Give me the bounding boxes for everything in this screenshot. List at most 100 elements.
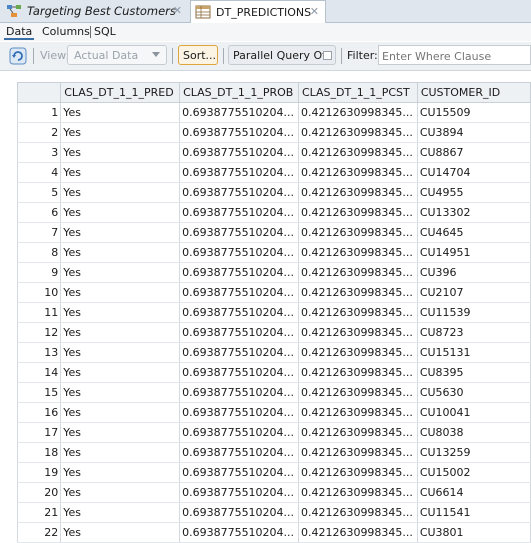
cell-pred[interactable]: Yes <box>60 482 181 503</box>
cell-pcst[interactable]: 0.4212630998345... <box>298 382 418 403</box>
cell-customer-id[interactable]: CU13259 <box>417 442 531 463</box>
cell-prob[interactable]: 0.6938775510204... <box>179 402 299 423</box>
cell-prob[interactable]: 0.6938775510204... <box>179 302 299 323</box>
table-row[interactable]: 19 Yes 0.6938775510204... 0.4212630998345..… <box>16 462 531 483</box>
table-row[interactable]: 15 Yes 0.6938775510204... 0.4212630998345..… <box>16 382 531 403</box>
column-header-prob[interactable]: CLAS_DT_1_1_PROB <box>179 82 299 103</box>
cell-prob[interactable]: 0.6938775510204... <box>179 142 299 163</box>
cell-prob[interactable]: 0.6938775510204... <box>179 342 299 363</box>
cell-pcst[interactable]: 0.4212630998345... <box>298 342 418 363</box>
refresh-icon[interactable] <box>9 47 27 65</box>
cell-customer-id[interactable]: CU11539 <box>417 302 531 323</box>
table-row[interactable]: 13 Yes 0.6938775510204... 0.4212630998345..… <box>16 342 531 363</box>
cell-prob[interactable]: 0.6938775510204... <box>179 202 299 223</box>
cell-prob[interactable]: 0.6938775510204... <box>179 322 299 343</box>
cell-customer-id[interactable]: CU14951 <box>417 242 531 263</box>
table-row[interactable]: 21 Yes 0.6938775510204... 0.4212630998345..… <box>16 502 531 523</box>
cell-pred[interactable]: Yes <box>60 222 181 243</box>
cell-pcst[interactable]: 0.4212630998345... <box>298 462 418 483</box>
cell-pcst[interactable]: 0.4212630998345... <box>298 362 418 383</box>
cell-pcst[interactable]: 0.4212630998345... <box>298 262 418 283</box>
table-row[interactable]: 17 Yes 0.6938775510204... 0.4212630998345..… <box>16 422 531 443</box>
cell-pcst[interactable]: 0.4212630998345... <box>298 122 418 143</box>
table-row[interactable]: 7 Yes 0.6938775510204... 0.4212630998345...… <box>16 222 531 243</box>
cell-pred[interactable]: Yes <box>60 162 181 183</box>
cell-prob[interactable]: 0.6938775510204... <box>179 262 299 283</box>
tab-columns[interactable]: Columns <box>42 25 90 38</box>
cell-pcst[interactable]: 0.4212630998345... <box>298 222 418 243</box>
cell-pcst[interactable]: 0.4212630998345... <box>298 422 418 443</box>
view-select[interactable]: Actual Data <box>67 45 167 65</box>
cell-pcst[interactable]: 0.4212630998345... <box>298 402 418 423</box>
table-row[interactable]: 12 Yes 0.6938775510204... 0.4212630998345..… <box>16 322 531 343</box>
cell-pred[interactable]: Yes <box>60 302 181 323</box>
cell-pcst[interactable]: 0.4212630998345... <box>298 102 418 123</box>
cell-pcst[interactable]: 0.4212630998345... <box>298 142 418 163</box>
cell-prob[interactable]: 0.6938775510204... <box>179 502 299 523</box>
cell-customer-id[interactable]: CU5630 <box>417 382 531 403</box>
column-header-pred[interactable]: CLAS_DT_1_1_PRED <box>60 82 181 103</box>
cell-prob[interactable]: 0.6938775510204... <box>179 182 299 203</box>
cell-pcst[interactable]: 0.4212630998345... <box>298 442 418 463</box>
cell-customer-id[interactable]: CU11541 <box>417 502 531 523</box>
cell-prob[interactable]: 0.6938775510204... <box>179 242 299 263</box>
cell-prob[interactable]: 0.6938775510204... <box>179 222 299 243</box>
cell-customer-id[interactable]: CU14704 <box>417 162 531 183</box>
cell-customer-id[interactable]: CU2107 <box>417 282 531 303</box>
sort-button[interactable]: Sort... <box>178 45 218 65</box>
cell-pred[interactable]: Yes <box>60 202 181 223</box>
cell-prob[interactable]: 0.6938775510204... <box>179 442 299 463</box>
table-row[interactable]: 6 Yes 0.6938775510204... 0.4212630998345...… <box>16 202 531 223</box>
cell-prob[interactable]: 0.6938775510204... <box>179 362 299 383</box>
table-row[interactable]: 10 Yes 0.6938775510204... 0.4212630998345..… <box>16 282 531 303</box>
cell-pred[interactable]: Yes <box>60 462 181 483</box>
cell-pcst[interactable]: 0.4212630998345... <box>298 302 418 323</box>
cell-customer-id[interactable]: CU6614 <box>417 482 531 503</box>
table-row[interactable]: 18 Yes 0.6938775510204... 0.4212630998345..… <box>16 442 531 463</box>
cell-customer-id[interactable]: CU4645 <box>417 222 531 243</box>
cell-prob[interactable]: 0.6938775510204... <box>179 462 299 483</box>
cell-pcst[interactable]: 0.4212630998345... <box>298 202 418 223</box>
parallel-query-toggle[interactable]: Parallel Query Off <box>228 45 336 65</box>
cell-customer-id[interactable]: CU3894 <box>417 122 531 143</box>
table-row[interactable]: 14 Yes 0.6938775510204... 0.4212630998345..… <box>16 362 531 383</box>
cell-pred[interactable]: Yes <box>60 142 181 163</box>
tab-data[interactable]: Data <box>4 25 35 40</box>
cell-pred[interactable]: Yes <box>60 282 181 303</box>
table-row[interactable]: 11 Yes 0.6938775510204... 0.4212630998345..… <box>16 302 531 323</box>
cell-pred[interactable]: Yes <box>60 122 181 143</box>
cell-pcst[interactable]: 0.4212630998345... <box>298 182 418 203</box>
cell-pred[interactable]: Yes <box>60 242 181 263</box>
table-row[interactable]: 4 Yes 0.6938775510204... 0.4212630998345...… <box>16 162 531 183</box>
cell-customer-id[interactable]: CU15509 <box>417 102 531 123</box>
cell-customer-id[interactable]: CU8723 <box>417 322 531 343</box>
table-row[interactable]: 1 Yes 0.6938775510204... 0.4212630998345...… <box>16 102 531 123</box>
cell-pred[interactable]: Yes <box>60 182 181 203</box>
table-row[interactable]: 3 Yes 0.6938775510204... 0.4212630998345...… <box>16 142 531 163</box>
table-row[interactable]: 2 Yes 0.6938775510204... 0.4212630998345...… <box>16 122 531 143</box>
table-row[interactable]: 8 Yes 0.6938775510204... 0.4212630998345...… <box>16 242 531 263</box>
cell-pcst[interactable]: 0.4212630998345... <box>298 502 418 523</box>
cell-pred[interactable]: Yes <box>60 402 181 423</box>
cell-prob[interactable]: 0.6938775510204... <box>179 422 299 443</box>
tab-sql[interactable]: SQL <box>94 25 116 38</box>
cell-pred[interactable]: Yes <box>60 502 181 523</box>
table-row[interactable]: 9 Yes 0.6938775510204... 0.4212630998345...… <box>16 262 531 283</box>
cell-pred[interactable]: Yes <box>60 382 181 403</box>
table-row[interactable]: 20 Yes 0.6938775510204... 0.4212630998345..… <box>16 482 531 503</box>
cell-customer-id[interactable]: CU8395 <box>417 362 531 383</box>
table-row[interactable]: 5 Yes 0.6938775510204... 0.4212630998345...… <box>16 182 531 203</box>
cell-pred[interactable]: Yes <box>60 362 181 383</box>
cell-prob[interactable]: 0.6938775510204... <box>179 382 299 403</box>
cell-pred[interactable]: Yes <box>60 342 181 363</box>
cell-prob[interactable]: 0.6938775510204... <box>179 102 299 123</box>
cell-prob[interactable]: 0.6938775510204... <box>179 122 299 143</box>
cell-customer-id[interactable]: CU8867 <box>417 142 531 163</box>
tab-targeting-best-customers[interactable]: Targeting Best Customers ✕ <box>0 0 188 22</box>
cell-pcst[interactable]: 0.4212630998345... <box>298 282 418 303</box>
cell-pred[interactable]: Yes <box>60 262 181 283</box>
cell-customer-id[interactable]: CU8038 <box>417 422 531 443</box>
cell-pcst[interactable]: 0.4212630998345... <box>298 162 418 183</box>
cell-pred[interactable]: Yes <box>60 102 181 123</box>
column-header-customer-id[interactable]: CUSTOMER_ID <box>416 82 531 103</box>
